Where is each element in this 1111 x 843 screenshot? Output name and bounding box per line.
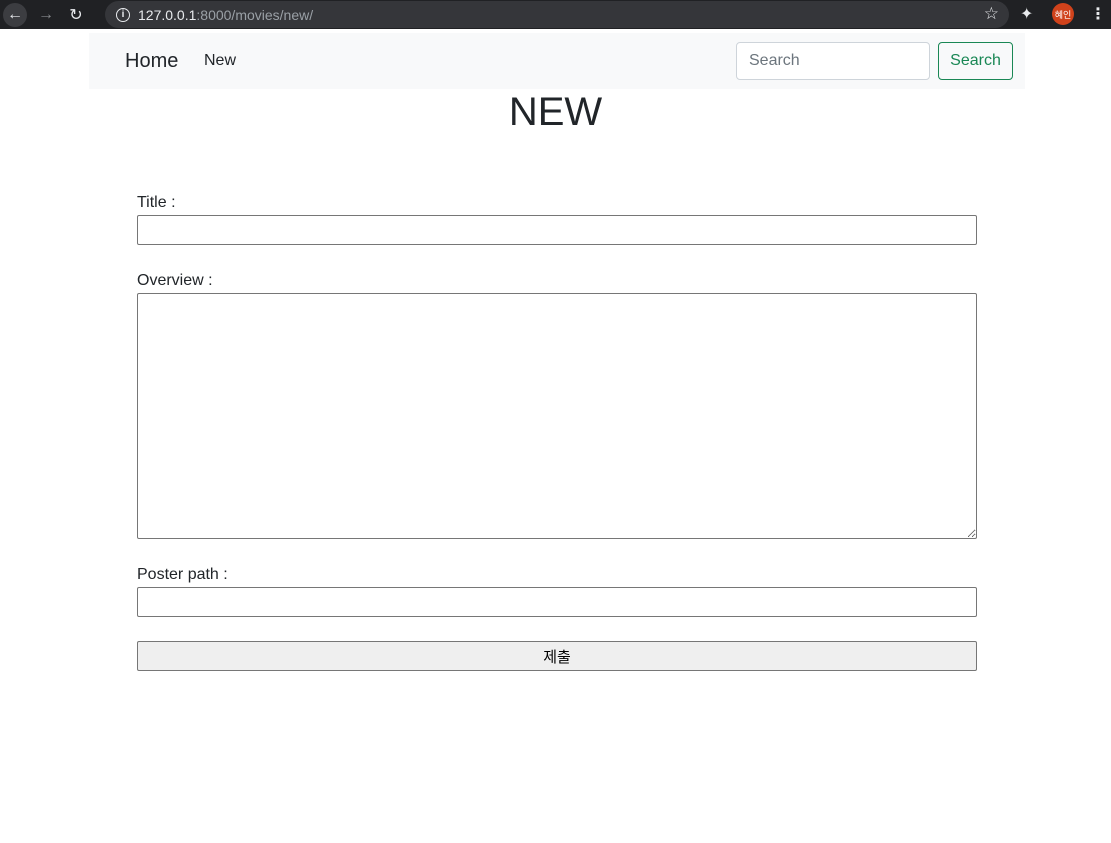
title-input[interactable] — [137, 215, 977, 245]
search-button[interactable]: Search — [938, 42, 1013, 80]
poster-path-label: Poster path : — [137, 566, 228, 583]
info-icon[interactable]: i — [116, 7, 130, 22]
title-label: Title : — [137, 194, 176, 211]
home-link[interactable]: Home — [125, 50, 178, 73]
url-text[interactable]: 127.0.0.1:8000/movies/new/ — [138, 7, 313, 23]
overview-textarea[interactable] — [137, 293, 977, 539]
page-title: NEW — [508, 90, 603, 134]
submit-button[interactable]: 제출 — [137, 641, 977, 671]
overview-label: Overview : — [137, 272, 213, 289]
profile-avatar[interactable]: 혜인 — [1052, 3, 1074, 25]
reload-icon[interactable]: ↻ — [61, 0, 91, 29]
bookmark-star-icon[interactable]: ☆ — [984, 4, 999, 24]
back-arrow-icon[interactable]: ← — [3, 2, 27, 27]
extensions-puzzle-icon[interactable]: ✦ — [1020, 4, 1033, 24]
url-host: 127.0.0.1 — [138, 6, 197, 23]
navbar: Home New Search — [89, 33, 1025, 89]
search-input[interactable] — [736, 42, 930, 80]
url-path: :8000/movies/new/ — [196, 6, 314, 23]
new-link[interactable]: New — [204, 52, 236, 70]
poster-path-input[interactable] — [137, 587, 977, 617]
browser-toolbar: ← → ↻ i 127.0.0.1:8000/movies/new/ ☆ ✦ 혜… — [0, 0, 1111, 29]
kebab-menu-icon[interactable]: ⋮ — [1090, 4, 1106, 24]
address-bar[interactable]: i 127.0.0.1:8000/movies/new/ ☆ — [105, 1, 1009, 28]
forward-arrow-icon[interactable]: → — [31, 0, 61, 29]
